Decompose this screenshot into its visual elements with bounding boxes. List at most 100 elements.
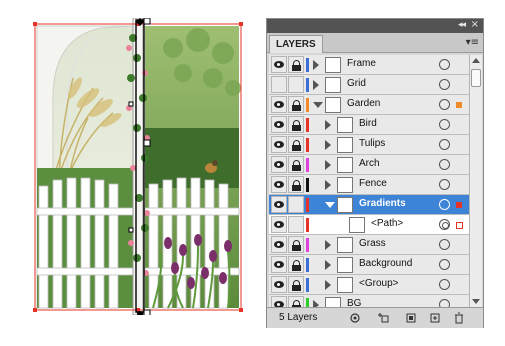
trash-icon[interactable]	[453, 312, 465, 324]
expand-triangle-icon[interactable]	[325, 180, 331, 190]
eye-icon	[274, 141, 284, 148]
layer-name[interactable]: Tulips	[359, 138, 385, 149]
expand-triangle-icon[interactable]	[313, 300, 319, 307]
layer-name[interactable]: Grass	[359, 238, 386, 249]
expand-triangle-icon[interactable]	[325, 280, 331, 290]
collapse-panel-icon[interactable]: ◂◂	[458, 20, 466, 30]
layer-name[interactable]: Background	[359, 258, 412, 269]
layer-name[interactable]: BG	[347, 298, 361, 307]
expand-triangle-icon[interactable]	[325, 260, 331, 270]
expand-triangle-icon[interactable]	[325, 120, 331, 130]
layer-name[interactable]: Grid	[347, 78, 366, 89]
lock-toggle[interactable]	[288, 136, 304, 153]
lock-toggle[interactable]	[288, 96, 304, 113]
visibility-toggle[interactable]	[271, 136, 287, 153]
target-icon[interactable]	[439, 119, 450, 130]
lock-toggle[interactable]	[288, 196, 304, 213]
layer-row[interactable]: Gradients	[269, 195, 469, 215]
scroll-up-icon[interactable]	[472, 58, 480, 63]
close-icon[interactable]: ×	[471, 19, 479, 30]
expand-triangle-icon[interactable]	[313, 60, 319, 70]
visibility-toggle[interactable]	[271, 216, 287, 233]
layer-row[interactable]: Arch	[269, 155, 469, 175]
visibility-toggle[interactable]	[271, 256, 287, 273]
target-icon[interactable]	[439, 79, 450, 90]
visibility-toggle[interactable]	[271, 76, 287, 93]
new-sublayer-icon[interactable]	[405, 312, 417, 324]
target-icon[interactable]	[439, 139, 450, 150]
layer-name[interactable]: Bird	[359, 118, 377, 129]
target-icon[interactable]	[439, 199, 450, 210]
layer-name[interactable]: Arch	[359, 158, 380, 169]
expand-triangle-icon[interactable]	[325, 140, 331, 150]
layer-color-swatch	[306, 178, 309, 192]
visibility-toggle[interactable]	[271, 96, 287, 113]
visibility-toggle[interactable]	[271, 196, 287, 213]
lock-icon	[292, 160, 301, 171]
layer-name[interactable]: <Path>	[371, 218, 403, 229]
target-icon[interactable]	[439, 159, 450, 170]
selection-indicator[interactable]	[456, 202, 462, 208]
panel-tabbar: LAYERS ▾≡	[267, 33, 483, 53]
layer-row[interactable]: Background	[269, 255, 469, 275]
locate-object-icon[interactable]	[349, 312, 361, 324]
layers-scrollbar[interactable]	[469, 55, 482, 307]
visibility-toggle[interactable]	[271, 56, 287, 73]
target-icon[interactable]	[439, 259, 450, 270]
target-icon[interactable]	[439, 179, 450, 190]
lock-toggle[interactable]	[288, 176, 304, 193]
lock-toggle[interactable]	[288, 296, 304, 307]
new-layer-icon[interactable]	[429, 312, 441, 324]
scroll-thumb[interactable]	[471, 69, 481, 87]
expand-triangle-icon[interactable]	[325, 240, 331, 250]
target-icon[interactable]	[439, 239, 450, 250]
visibility-toggle[interactable]	[271, 276, 287, 293]
layer-color-swatch	[306, 278, 309, 292]
layer-name[interactable]: Frame	[347, 58, 376, 69]
layer-row[interactable]: Bird	[269, 115, 469, 135]
layer-row[interactable]: <Path>	[269, 215, 469, 235]
lock-toggle[interactable]	[288, 56, 304, 73]
layer-name[interactable]: Fence	[359, 178, 387, 189]
lock-toggle[interactable]	[288, 216, 304, 233]
panel-menu-icon[interactable]: ▾≡	[466, 37, 479, 48]
tab-layers[interactable]: LAYERS	[269, 35, 323, 53]
lock-toggle[interactable]	[288, 276, 304, 293]
lock-icon	[292, 60, 301, 71]
lock-toggle[interactable]	[288, 256, 304, 273]
collapse-triangle-icon[interactable]	[325, 202, 335, 208]
layer-row[interactable]: Grass	[269, 235, 469, 255]
target-icon[interactable]	[439, 299, 450, 307]
visibility-toggle[interactable]	[271, 116, 287, 133]
layer-name[interactable]: <Group>	[359, 278, 398, 289]
lock-toggle[interactable]	[288, 236, 304, 253]
collapse-triangle-icon[interactable]	[313, 102, 323, 108]
scroll-down-icon[interactable]	[472, 299, 480, 304]
selection-indicator[interactable]	[456, 222, 463, 229]
layer-name[interactable]: Gradients	[359, 198, 406, 209]
visibility-toggle[interactable]	[271, 236, 287, 253]
target-icon[interactable]	[439, 99, 450, 110]
layer-row[interactable]: Tulips	[269, 135, 469, 155]
lock-toggle[interactable]	[288, 156, 304, 173]
layer-name[interactable]: Garden	[347, 98, 380, 109]
visibility-toggle[interactable]	[271, 156, 287, 173]
artwork[interactable]	[33, 18, 243, 315]
layer-row[interactable]: Fence	[269, 175, 469, 195]
layer-row[interactable]: BG	[269, 295, 469, 307]
expand-triangle-icon[interactable]	[313, 80, 319, 90]
target-icon[interactable]	[439, 59, 450, 70]
lock-toggle[interactable]	[288, 76, 304, 93]
selection-indicator[interactable]	[456, 102, 462, 108]
layer-row[interactable]: Garden	[269, 95, 469, 115]
target-icon[interactable]	[439, 279, 450, 290]
layer-row[interactable]: <Group>	[269, 275, 469, 295]
make-clipping-mask-icon[interactable]	[377, 312, 389, 324]
target-icon[interactable]	[439, 219, 450, 230]
visibility-toggle[interactable]	[271, 296, 287, 307]
layer-row[interactable]: Frame	[269, 55, 469, 75]
visibility-toggle[interactable]	[271, 176, 287, 193]
expand-triangle-icon[interactable]	[325, 160, 331, 170]
lock-toggle[interactable]	[288, 116, 304, 133]
layer-row[interactable]: Grid	[269, 75, 469, 95]
